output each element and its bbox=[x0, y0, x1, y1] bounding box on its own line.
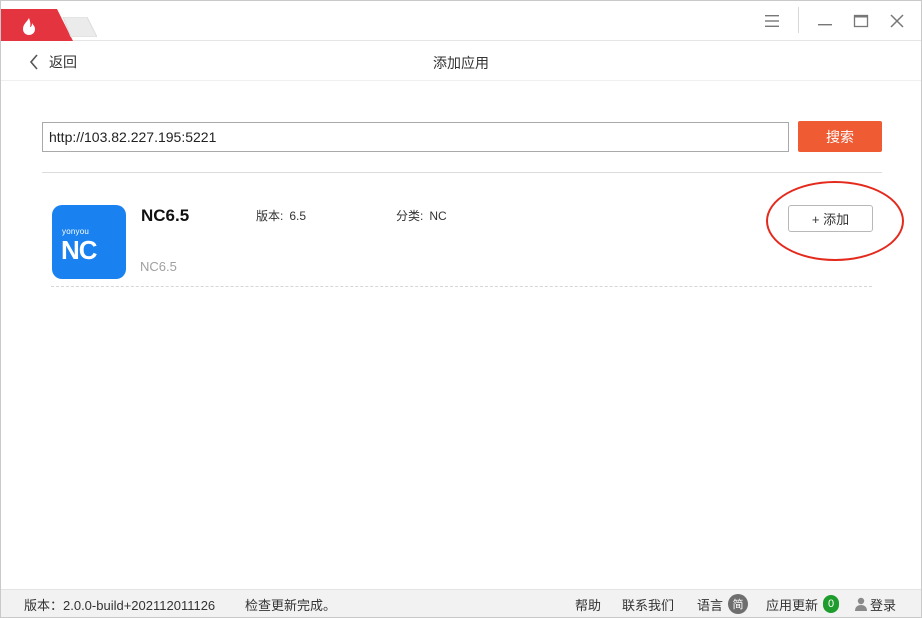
login-label: 登录 bbox=[870, 597, 897, 613]
version-text: 版本：2.0.0-build+202112011126 bbox=[24, 597, 216, 613]
menu-button[interactable] bbox=[757, 9, 787, 33]
add-app-button[interactable]: + 添加 bbox=[788, 205, 873, 232]
update-check-status: 检查更新完成。 bbox=[245, 597, 337, 613]
close-button[interactable] bbox=[882, 9, 912, 33]
hamburger-menu-icon bbox=[765, 15, 779, 27]
new-tab[interactable] bbox=[57, 17, 97, 37]
login-link[interactable]: 登录 bbox=[854, 595, 896, 613]
app-icon-logo: NC bbox=[61, 235, 98, 265]
help-link[interactable]: 帮助 bbox=[575, 595, 601, 613]
maximize-icon bbox=[853, 14, 869, 28]
titlebar-separator bbox=[798, 7, 799, 33]
close-icon bbox=[890, 14, 904, 28]
language-badge: 简 bbox=[728, 594, 749, 614]
app-update-link[interactable]: 应用更新 0 bbox=[766, 595, 840, 613]
maximize-button[interactable] bbox=[846, 9, 876, 33]
app-version-value: 6.5 bbox=[289, 209, 307, 223]
app-category: 分类: NC bbox=[396, 207, 447, 224]
app-name: NC6.5 bbox=[141, 206, 190, 225]
app-version: 版本: 6.5 bbox=[256, 207, 306, 224]
title-bar bbox=[1, 1, 921, 41]
search-input[interactable] bbox=[42, 122, 789, 152]
language-switch[interactable]: 语言 简 bbox=[697, 594, 749, 614]
page-title: 添加应用 bbox=[433, 55, 489, 71]
minimize-icon bbox=[818, 24, 832, 26]
nc-app-icon: yonyou NC bbox=[52, 205, 126, 279]
app-version-key: 版本: bbox=[256, 209, 284, 223]
search-divider bbox=[42, 172, 882, 173]
search-button[interactable]: 搜索 bbox=[798, 121, 882, 152]
app-category-key: 分类: bbox=[396, 209, 424, 223]
app-update-label: 应用更新 bbox=[766, 597, 819, 613]
page-header: 返回 添加应用 bbox=[1, 42, 921, 81]
status-bar: 版本：2.0.0-build+202112011126 检查更新完成。 帮助 联… bbox=[1, 589, 921, 617]
app-category-value: NC bbox=[429, 209, 447, 223]
app-window: 返回 添加应用 搜索 yonyou NC NC6.5 NC6.5 版本: 6.5 … bbox=[0, 0, 922, 618]
minimize-button[interactable] bbox=[810, 9, 840, 33]
app-list-item: yonyou NC NC6.5 NC6.5 版本: 6.5 分类: NC + 添加 bbox=[51, 191, 873, 287]
app-subtitle: NC6.5 bbox=[140, 259, 177, 274]
language-label: 语言 bbox=[697, 597, 724, 613]
contact-us-link[interactable]: 联系我们 bbox=[622, 595, 674, 613]
user-icon bbox=[855, 597, 867, 611]
update-count-badge: 0 bbox=[823, 595, 840, 613]
